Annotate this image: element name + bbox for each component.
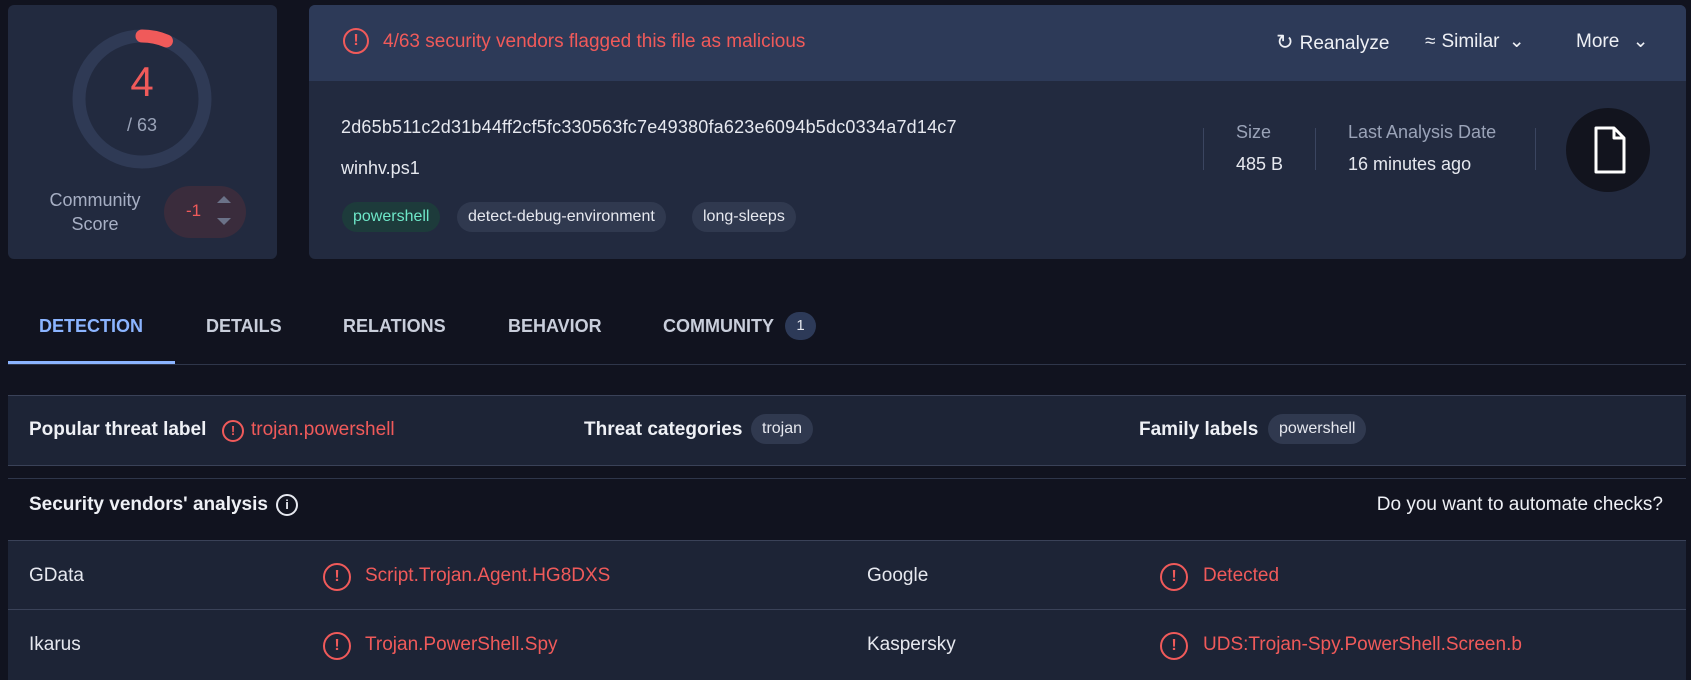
divider [1315, 128, 1316, 170]
active-tab-indicator [8, 361, 175, 364]
file-name: winhv.ps1 [341, 158, 420, 178]
file-type-badge [1566, 108, 1650, 192]
threat-category-trojan[interactable]: trojan [751, 414, 814, 444]
tag-detect-debug-environment[interactable]: detect-debug-environment [457, 202, 666, 232]
alert-circle-icon: ! [222, 420, 244, 442]
vendors-table [8, 540, 1686, 680]
security-vendors-title: Security vendors' analysis [29, 494, 268, 515]
family-labels-title: Family labels [1139, 419, 1259, 440]
threat-categories-title: Threat categories [584, 419, 743, 440]
alert-circle-icon: ! [1160, 563, 1188, 591]
divider [1203, 128, 1204, 170]
last-analysis-date-value: 16 minutes ago [1348, 154, 1472, 174]
tab-details[interactable]: DETAILS [206, 316, 282, 337]
alert-circle-icon: ! [323, 563, 351, 591]
size-label: Size [1236, 122, 1272, 142]
refresh-icon: ↻ [1276, 31, 1294, 54]
downvote-arrow-icon[interactable] [217, 218, 231, 225]
vendor-result-kaspersky: UDS:Trojan-Spy.PowerShell.Screen.b [1203, 634, 1522, 655]
popular-threat-label-value[interactable]: trojan.powershell [251, 419, 395, 441]
detection-count: 4 [130, 58, 154, 105]
detection-gauge-arc [135, 29, 173, 48]
divider [1535, 128, 1536, 170]
size-value: 485 B [1236, 154, 1284, 174]
tab-relations[interactable]: RELATIONS [343, 316, 446, 337]
upvote-arrow-icon[interactable] [217, 196, 231, 203]
detection-total: / 63 [126, 115, 158, 135]
last-analysis-date-label: Last Analysis Date [1348, 122, 1497, 142]
community-score-value: -1 [186, 201, 202, 220]
community-score-pill [164, 186, 246, 238]
alert-circle-icon: ! [323, 632, 351, 660]
malicious-alert-text: 4/63 security vendors flagged this file … [383, 31, 806, 52]
family-label-powershell[interactable]: powershell [1268, 414, 1367, 444]
popular-threat-label-title: Popular threat label [29, 419, 207, 440]
vendor-result-gdata: Script.Trojan.Agent.HG8DXS [365, 565, 611, 586]
more-button[interactable]: More ⌄ [1576, 30, 1649, 53]
alert-circle-icon: ! [1160, 632, 1188, 660]
tag-long-sleeps[interactable]: long-sleeps [692, 202, 796, 232]
tab-behavior[interactable]: BEHAVIOR [508, 316, 602, 337]
chevron-down-icon: ⌄ [1632, 31, 1649, 52]
automate-checks-link[interactable]: Do you want to automate checks? [1377, 494, 1663, 516]
community-score-label: Community Score [49, 190, 141, 234]
tabs-divider [8, 364, 1686, 365]
file-icon [1594, 126, 1626, 174]
community-count-badge: 1 [785, 312, 816, 340]
file-hash[interactable]: 2d65b511c2d31b44ff2cf5fc330563fc7e49380f… [341, 117, 957, 138]
section-divider [8, 478, 1686, 479]
vendor-name-gdata: GData [29, 565, 84, 586]
tab-detection[interactable]: DETECTION [39, 316, 143, 337]
vendor-result-ikarus: Trojan.PowerShell.Spy [365, 634, 558, 655]
alert-circle-icon: ! [343, 28, 369, 54]
info-icon[interactable]: i [276, 494, 298, 516]
tab-community[interactable]: COMMUNITY [663, 316, 774, 337]
tag-powershell[interactable]: powershell [342, 202, 441, 232]
reanalyze-button[interactable]: ↻ Reanalyze [1276, 30, 1389, 55]
table-row-divider [8, 609, 1686, 610]
wave-icon: ≈ [1425, 31, 1436, 52]
vendor-name-google: Google [867, 565, 929, 586]
vendor-name-ikarus: Ikarus [29, 634, 81, 655]
chevron-down-icon: ⌄ [1508, 31, 1525, 52]
similar-button[interactable]: ≈ Similar ⌄ [1425, 30, 1525, 53]
vendor-result-google: Detected [1203, 565, 1280, 586]
vendor-name-kaspersky: Kaspersky [867, 634, 956, 655]
